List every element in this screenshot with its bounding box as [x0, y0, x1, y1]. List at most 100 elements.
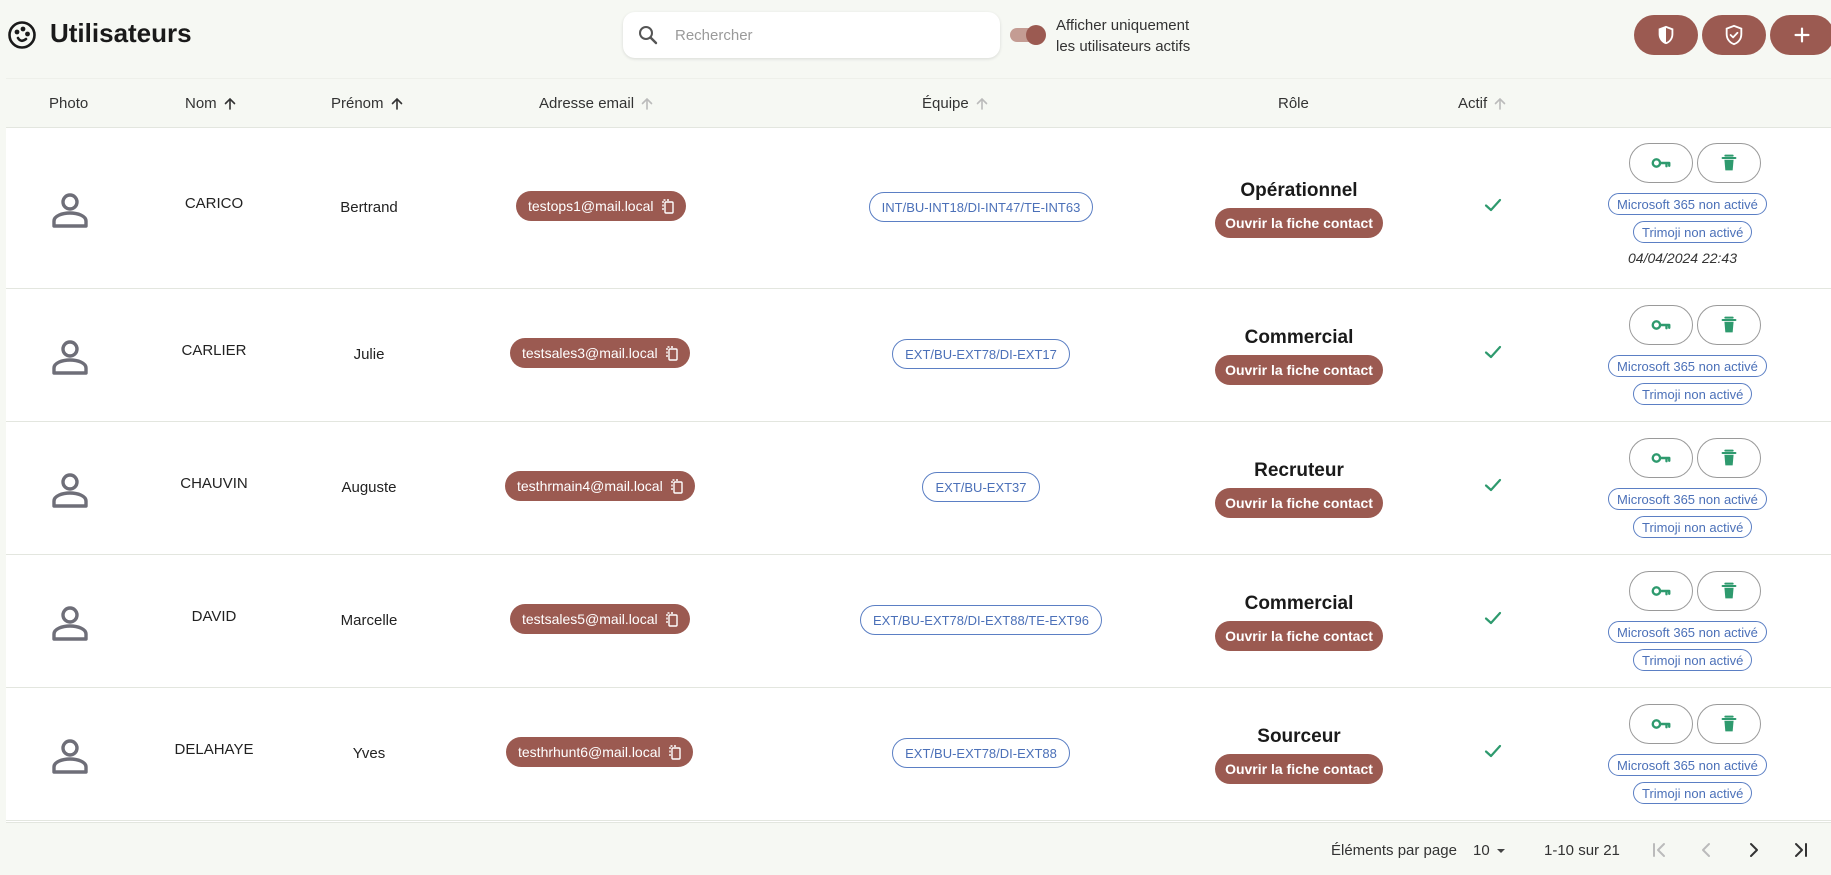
search-input[interactable] — [675, 24, 975, 46]
user-avatar-icon — [52, 340, 88, 375]
user-avatar-icon — [52, 606, 88, 641]
admin-shield-button[interactable] — [1634, 15, 1698, 55]
sort-arrow-up-icon — [976, 97, 988, 110]
copy-icon[interactable] — [667, 744, 683, 760]
reset-password-button[interactable] — [1629, 438, 1693, 478]
trash-icon — [1721, 582, 1737, 599]
copy-icon[interactable] — [664, 611, 680, 627]
active-users-toggle[interactable] — [1010, 25, 1046, 45]
sort-arrow-up-icon — [224, 97, 235, 110]
add-user-button[interactable] — [1770, 15, 1831, 55]
search-box[interactable] — [623, 12, 1000, 58]
first-page-icon — [1653, 843, 1665, 857]
open-contact-button[interactable]: Ouvrir la fiche contact — [1215, 754, 1383, 784]
role-cell: Commercial Ouvrir la fiche contact — [1149, 327, 1449, 385]
team-chip: EXT/BU-EXT78/DI-EXT88/TE-EXT96 — [859, 605, 1102, 635]
delete-user-button[interactable] — [1697, 571, 1761, 611]
copy-icon[interactable] — [660, 198, 676, 214]
trimoji-status-tag: Trimoji non activé — [1633, 782, 1753, 804]
open-contact-button[interactable]: Ouvrir la fiche contact — [1215, 488, 1383, 518]
previous-page-button[interactable] — [1693, 837, 1719, 863]
last-page-button[interactable] — [1788, 837, 1814, 863]
role-name: Sourceur — [1257, 726, 1341, 747]
column-email[interactable]: Adresse email — [539, 95, 654, 112]
role-cell: Opérationnel Ouvrir la fiche contact — [1149, 180, 1449, 238]
team-chip: EXT/BU-EXT37 — [922, 472, 1040, 502]
next-page-button[interactable] — [1741, 837, 1767, 863]
page-size-label: Éléments par page — [1331, 842, 1457, 859]
team-chip: EXT/BU-EXT78/DI-EXT17 — [892, 339, 1070, 369]
chevron-right-icon — [1750, 843, 1758, 857]
open-contact-button[interactable]: Ouvrir la fiche contact — [1215, 355, 1383, 385]
column-nom[interactable]: Nom — [185, 95, 237, 112]
row-actions: Microsoft 365 non activé Trimoji non act… — [1606, 438, 1784, 548]
key-icon — [1651, 320, 1671, 330]
email-chip[interactable]: testhrmain4@mail.local — [505, 471, 695, 501]
team-cell: EXT/BU-EXT78/DI-EXT88/TE-EXT96 — [756, 605, 1206, 635]
chevron-down-icon — [1496, 848, 1505, 853]
delete-user-button[interactable] — [1697, 438, 1761, 478]
permissions-button[interactable] — [1702, 15, 1766, 55]
column-prenom[interactable]: Prénom — [331, 95, 404, 112]
user-last-name: DELAHAYE — [174, 741, 254, 758]
role-cell: Commercial Ouvrir la fiche contact — [1149, 593, 1449, 651]
toggle-label-line1: Afficher uniquement — [1056, 17, 1190, 34]
column-equipe-label: Équipe — [922, 95, 969, 112]
page-size-value: 10 — [1473, 842, 1490, 859]
reset-password-button[interactable] — [1629, 143, 1693, 183]
team-cell: EXT/BU-EXT78/DI-EXT17 — [756, 339, 1206, 369]
microsoft-status-tag: Microsoft 365 non activé — [1608, 621, 1767, 643]
email-chip[interactable]: testsales3@mail.local — [510, 338, 690, 368]
search-icon — [639, 26, 658, 45]
team-chip: EXT/BU-EXT78/DI-EXT88 — [892, 738, 1070, 768]
sort-arrow-up-icon — [641, 97, 653, 110]
role-name: Recruteur — [1254, 460, 1344, 481]
shield-half-icon — [1658, 25, 1674, 45]
role-cell: Recruteur Ouvrir la fiche contact — [1149, 460, 1449, 518]
user-avatar-icon — [52, 473, 88, 508]
trimoji-status-tag: Trimoji non activé — [1633, 221, 1753, 243]
role-name: Commercial — [1244, 593, 1354, 614]
palette-icon — [8, 21, 36, 49]
toggle-label-line2: les utilisateurs actifs — [1056, 38, 1191, 55]
key-icon — [1651, 586, 1671, 596]
column-actif[interactable]: Actif — [1458, 95, 1507, 112]
column-nom-label: Nom — [185, 95, 217, 112]
reset-password-button[interactable] — [1629, 305, 1693, 345]
active-users-toggle-label: Afficher uniquement les utilisateurs act… — [1056, 15, 1216, 57]
email-chip[interactable]: testops1@mail.local — [516, 191, 686, 221]
open-contact-button[interactable]: Ouvrir la fiche contact — [1215, 208, 1383, 238]
column-equipe[interactable]: Équipe — [922, 95, 989, 112]
user-last-name: CARICO — [184, 195, 244, 212]
microsoft-status-tag: Microsoft 365 non activé — [1608, 488, 1767, 510]
reset-password-button[interactable] — [1629, 571, 1693, 611]
copy-icon[interactable] — [669, 478, 685, 494]
page-size-select[interactable]: 10 — [1473, 842, 1506, 859]
table-row: DELAHAYE Yves testhrhunt6@mail.local EXT… — [6, 688, 1831, 821]
active-check-icon — [1484, 744, 1502, 758]
team-cell: INT/BU-INT18/DI-INT47/TE-INT63 — [756, 192, 1206, 222]
email-text: testops1@mail.local — [528, 198, 654, 214]
delete-user-button[interactable] — [1697, 305, 1761, 345]
column-role: Rôle — [1278, 95, 1309, 112]
role-name: Commercial — [1244, 327, 1354, 348]
delete-user-button[interactable] — [1697, 143, 1761, 183]
delete-user-button[interactable] — [1697, 704, 1761, 744]
column-photo: Photo — [49, 95, 88, 112]
table-body: CARICO Bertrand testops1@mail.local INT/… — [6, 128, 1831, 822]
open-contact-button[interactable]: Ouvrir la fiche contact — [1215, 621, 1383, 651]
email-text: testhrhunt6@mail.local — [518, 744, 661, 760]
chevron-left-icon — [1702, 843, 1710, 857]
first-page-button[interactable] — [1646, 837, 1672, 863]
email-chip[interactable]: testsales5@mail.local — [510, 604, 690, 634]
copy-icon[interactable] — [664, 345, 680, 361]
user-first-name: Bertrand — [340, 199, 398, 216]
column-email-label: Adresse email — [539, 95, 635, 112]
email-chip[interactable]: testhrhunt6@mail.local — [506, 737, 693, 767]
active-check-icon — [1484, 611, 1502, 625]
reset-password-button[interactable] — [1629, 704, 1693, 744]
team-chip: INT/BU-INT18/DI-INT47/TE-INT63 — [868, 192, 1094, 222]
email-text: testhrmain4@mail.local — [517, 478, 663, 494]
page-header: Utilisateurs Afficher uniquement les uti… — [0, 0, 1831, 78]
last-login-date: 04/04/2024 22:43 — [1628, 250, 1737, 266]
